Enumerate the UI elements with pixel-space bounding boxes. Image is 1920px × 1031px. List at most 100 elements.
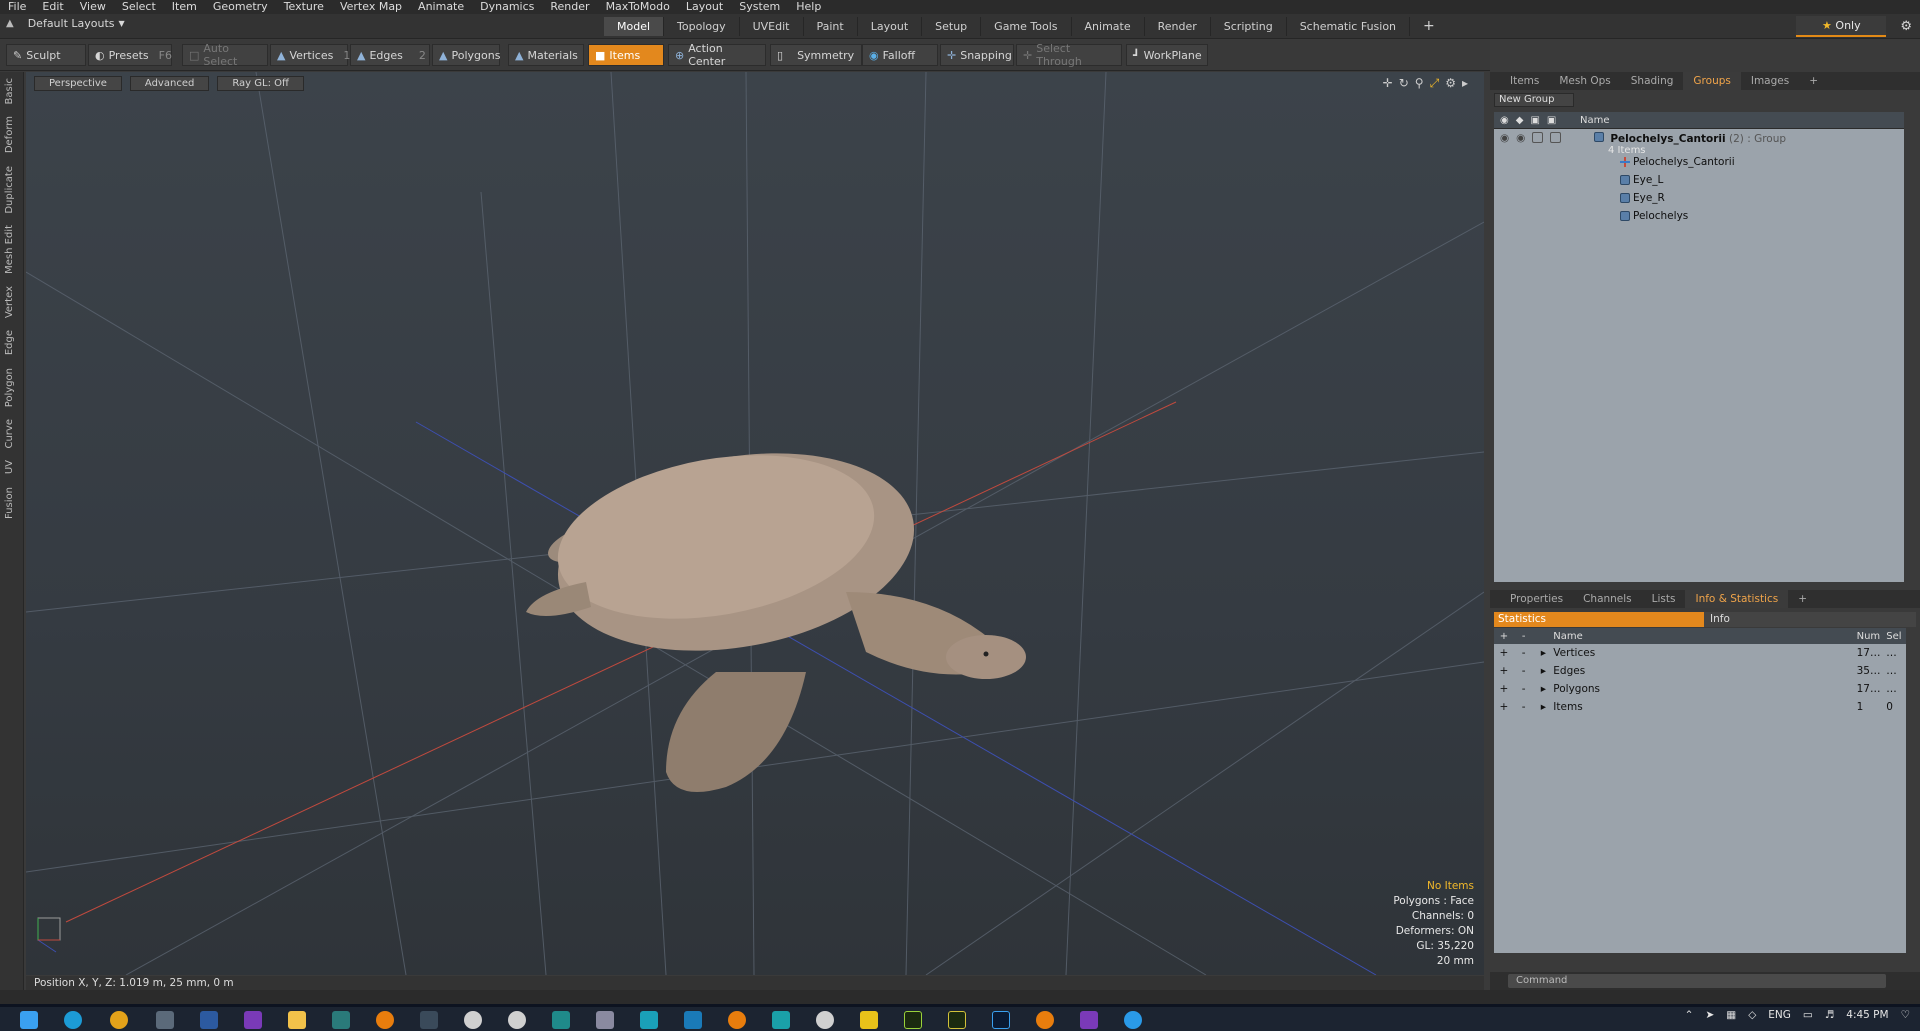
edges-button[interactable]: ▲ Edges 2 — [350, 44, 430, 66]
add-tab-icon[interactable]: + — [1410, 17, 1448, 36]
table-row[interactable]: + - ▸ Edges 35… … — [1494, 662, 1906, 680]
left-tab-curve[interactable]: Curve — [0, 413, 19, 455]
add-icon[interactable]: + — [1494, 701, 1514, 713]
tray-chevron-icon[interactable]: ⌃ — [1685, 1009, 1694, 1021]
tab-layout[interactable]: Layout — [858, 17, 923, 36]
falloff-button[interactable]: ◉ Falloff — [862, 44, 938, 66]
menu-layout[interactable]: Layout — [678, 0, 731, 14]
tab-setup[interactable]: Setup — [922, 17, 982, 36]
tab-info-statistics[interactable]: Info & Statistics — [1685, 590, 1789, 608]
menu-animate[interactable]: Animate — [410, 0, 472, 14]
layout-selector[interactable]: Default Layouts ▼ — [28, 17, 125, 30]
expand-arrow-icon[interactable]: ▸ — [1534, 701, 1554, 713]
add-panel-tab-icon[interactable]: + — [1799, 72, 1828, 90]
left-tab-edge[interactable]: Edge — [0, 324, 19, 361]
tray-send-icon[interactable]: ➤ — [1705, 1009, 1714, 1021]
tab-mesh-ops[interactable]: Mesh Ops — [1549, 72, 1620, 90]
tab-uvedit[interactable]: UVEdit — [740, 17, 804, 36]
list-item[interactable]: Pelochelys_Cantorii — [1494, 153, 1904, 171]
expand-arrow-icon[interactable]: ▸ — [1462, 76, 1468, 91]
zoom-icon[interactable]: ⚲ — [1415, 76, 1424, 91]
expand-arrow-icon[interactable]: ▸ — [1534, 683, 1554, 695]
tray-wifi-icon[interactable]: ◇ — [1748, 1009, 1756, 1021]
symmetry-button[interactable]: ▯ Symmetry — [770, 44, 862, 66]
visual-studio-icon[interactable] — [1080, 1011, 1098, 1029]
tab-animate[interactable]: Animate — [1072, 17, 1145, 36]
3dsmax-icon[interactable] — [640, 1011, 658, 1029]
blender-icon[interactable] — [376, 1011, 394, 1029]
app-icon[interactable] — [508, 1011, 526, 1029]
clock-time[interactable]: 4:45 PM — [1846, 1009, 1888, 1021]
tab-render[interactable]: Render — [1145, 17, 1211, 36]
tab-images[interactable]: Images — [1741, 72, 1799, 90]
notification-bell-icon[interactable]: ♡ — [1901, 1009, 1910, 1021]
tab-model[interactable]: Model — [604, 17, 665, 36]
select-through-button[interactable]: ✛ Select Through — [1016, 42, 1122, 68]
statistics-tab[interactable]: Statistics — [1494, 612, 1704, 627]
view-mode-dropdown[interactable]: Perspective — [34, 76, 122, 91]
tab-paint[interactable]: Paint — [804, 17, 858, 36]
app-icon[interactable] — [464, 1011, 482, 1029]
shading-mode-dropdown[interactable]: Advanced — [129, 76, 210, 91]
gear-icon[interactable]: ⚙ — [1892, 19, 1920, 34]
menu-edit[interactable]: Edit — [34, 0, 71, 14]
left-tab-fusion[interactable]: Fusion — [0, 481, 19, 525]
table-row[interactable]: + - ▸ Items 1 0 — [1494, 698, 1906, 716]
tab-topology[interactable]: Topology — [664, 17, 740, 36]
snapping-button[interactable]: ✛ Snapping — [940, 44, 1014, 66]
menu-select[interactable]: Select — [114, 0, 164, 14]
menu-item[interactable]: Item — [164, 0, 205, 14]
remove-icon[interactable]: - — [1514, 665, 1534, 677]
photoshop-icon[interactable] — [992, 1011, 1010, 1029]
modo-icon[interactable] — [420, 1011, 438, 1029]
painter-icon[interactable] — [904, 1011, 922, 1029]
maximize-icon[interactable]: ⤢ — [1430, 76, 1440, 91]
add-icon[interactable]: + — [1494, 665, 1514, 677]
remove-icon[interactable]: - — [1514, 647, 1534, 659]
table-row[interactable]: + - ▸ Vertices 17… … — [1494, 644, 1906, 662]
add-icon[interactable]: + — [1494, 683, 1514, 695]
table-row[interactable]: + - ▸ Polygons 17… … — [1494, 680, 1906, 698]
left-tab-basic[interactable]: Basic — [0, 72, 19, 110]
expand-arrow-icon[interactable]: ▸ — [1534, 647, 1554, 659]
app-icon[interactable] — [596, 1011, 614, 1029]
add-icon[interactable]: + — [1494, 647, 1514, 659]
left-tab-polygon[interactable]: Polygon — [0, 362, 19, 413]
menu-help[interactable]: Help — [788, 0, 829, 14]
tab-scripting[interactable]: Scripting — [1211, 17, 1287, 36]
tab-items[interactable]: Items — [1500, 72, 1549, 90]
command-input[interactable]: Command — [1508, 974, 1886, 988]
app-icon[interactable] — [816, 1011, 834, 1029]
file-explorer-icon[interactable] — [288, 1011, 306, 1029]
tray-display-icon[interactable]: ▭ — [1803, 1009, 1813, 1021]
onenote-icon[interactable] — [244, 1011, 262, 1029]
materials-button[interactable]: ▲ Materials — [508, 44, 584, 66]
remove-icon[interactable]: - — [1514, 701, 1534, 713]
left-tab-vertex[interactable]: Vertex — [0, 280, 19, 324]
group-lock-checkbox[interactable] — [1532, 132, 1544, 143]
items-button[interactable]: ■ Items — [588, 44, 664, 66]
tab-schematic-fusion[interactable]: Schematic Fusion — [1287, 17, 1411, 36]
group-render-icon[interactable]: ◉ — [1516, 132, 1525, 144]
tab-shading[interactable]: Shading — [1621, 72, 1684, 90]
group-row[interactable]: ◉ ◉ Pelochelys_Cantorii (2) : Group 4 It… — [1494, 129, 1904, 156]
app-icon[interactable] — [552, 1011, 570, 1029]
menu-geometry[interactable]: Geometry — [205, 0, 276, 14]
left-tab-deform[interactable]: Deform — [0, 110, 19, 159]
action-center-button[interactable]: ⊕ Action Center — [668, 42, 766, 68]
add-stats-tab-icon[interactable]: + — [1788, 590, 1817, 608]
left-tab-mesh-edit[interactable]: Mesh Edit — [0, 219, 19, 280]
presets-button[interactable]: ◐ Presets F6 — [88, 44, 172, 66]
menu-render[interactable]: Render — [542, 0, 597, 14]
tab-game-tools[interactable]: Game Tools — [981, 17, 1072, 36]
3d-viewport[interactable]: Perspective Advanced Ray GL: Off ✛ ↻ ⚲ ⤢… — [26, 72, 1484, 975]
list-item[interactable]: Eye_L — [1494, 171, 1904, 189]
tab-properties[interactable]: Properties — [1500, 590, 1573, 608]
new-group-button[interactable]: New Group — [1494, 93, 1574, 107]
info-tab[interactable]: Info — [1704, 612, 1916, 627]
expand-arrow-icon[interactable]: ▸ — [1534, 665, 1554, 677]
maya-icon[interactable] — [772, 1011, 790, 1029]
group-select-checkbox[interactable] — [1550, 132, 1562, 143]
tab-channels[interactable]: Channels — [1573, 590, 1642, 608]
menu-maxtomodo[interactable]: MaxToModo — [598, 0, 678, 14]
